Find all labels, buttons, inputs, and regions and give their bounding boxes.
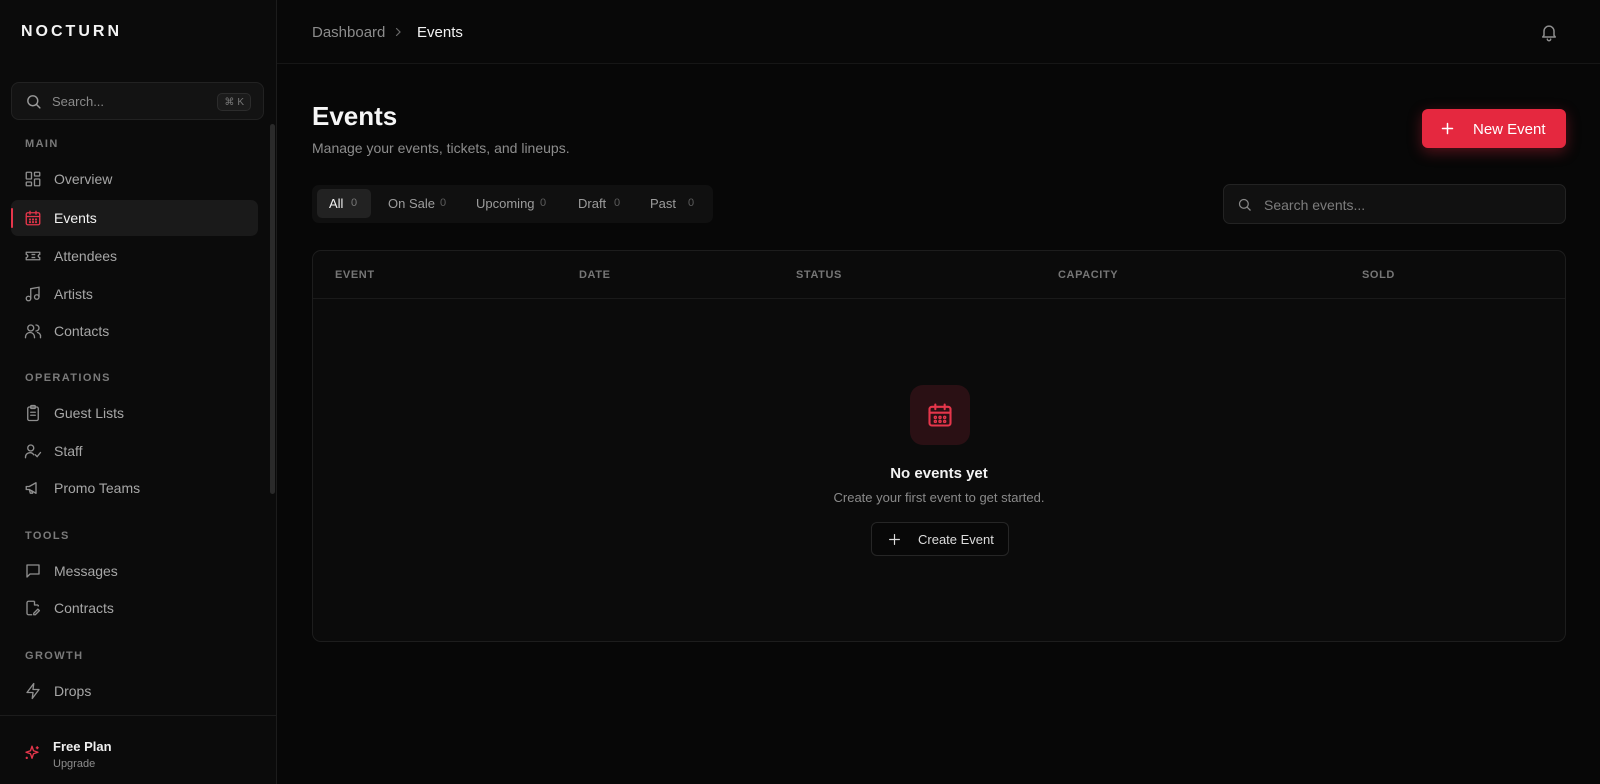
search-placeholder: Search...	[52, 94, 105, 109]
empty-state-title: No events yet	[890, 465, 988, 482]
events-table: EVENT DATE STATUS CAPACITY SOLD No event…	[312, 250, 1566, 642]
sidebar-item-attendees[interactable]: Attendees	[11, 238, 258, 274]
section-title-main: MAIN	[25, 138, 59, 150]
empty-state-subtitle: Create your first event to get started.	[833, 490, 1045, 505]
shortcut-symbol: ⌘	[224, 96, 235, 108]
tab-label: Draft	[578, 196, 607, 211]
tab-all[interactable]: All 0	[317, 189, 371, 218]
bell-icon[interactable]	[1539, 22, 1559, 42]
sidebar-item-label: Drops	[54, 683, 92, 699]
sidebar-item-contacts[interactable]: Contacts	[11, 313, 258, 349]
search-shortcut-badge: ⌘ K	[217, 93, 251, 111]
search-placeholder: Search events...	[1264, 197, 1366, 213]
sidebar-item-label: Contacts	[54, 323, 110, 339]
tab-count: 0	[614, 197, 621, 209]
tab-label: On Sale	[388, 196, 435, 211]
tab-label: Upcoming	[476, 196, 535, 211]
sidebar-item-artists[interactable]: Artists	[11, 276, 258, 312]
tab-count: 0	[440, 197, 447, 209]
column-header-date[interactable]: DATE	[579, 269, 611, 281]
tab-on-sale[interactable]: On Sale 0	[376, 189, 458, 218]
breadcrumb-dashboard[interactable]: Dashboard	[312, 24, 385, 41]
sidebar-item-label: Events	[54, 210, 97, 226]
user-check-icon	[24, 444, 42, 459]
sidebar-search[interactable]: Search... ⌘ K	[11, 82, 264, 120]
sidebar-item-label: Promo Teams	[54, 480, 141, 496]
page-subtitle: Manage your events, tickets, and lineups…	[312, 140, 570, 156]
ticket-icon	[25, 251, 41, 261]
sidebar-item-contracts[interactable]: Contracts	[11, 590, 258, 626]
tab-label: Past	[650, 196, 677, 211]
tab-count: 0	[351, 197, 358, 209]
file-edit-icon	[26, 600, 41, 616]
sidebar-item-label: Attendees	[54, 248, 118, 264]
empty-state-icon	[910, 385, 970, 445]
clipboard-icon	[27, 404, 39, 422]
megaphone-icon	[25, 482, 37, 494]
sidebar-item-events[interactable]: Events	[11, 200, 258, 236]
filter-tabs: All 0 On Sale 0 Upcoming 0 Draft 0 Past …	[312, 185, 713, 223]
brand-logo[interactable]: NOCTURN	[21, 23, 122, 41]
sidebar-item-label: Guest Lists	[54, 405, 125, 421]
music-icon	[25, 286, 40, 302]
search-icon	[27, 95, 41, 109]
new-event-label: New Event	[1473, 121, 1546, 138]
sidebar-item-promo-teams[interactable]: Promo Teams	[11, 470, 258, 506]
sidebar-item-guest-lists[interactable]: Guest Lists	[11, 395, 258, 431]
message-icon	[26, 564, 40, 578]
grid-icon	[25, 171, 41, 187]
section-title-growth: GROWTH	[25, 650, 84, 662]
tab-upcoming[interactable]: Upcoming 0	[464, 189, 558, 218]
page-title: Events	[312, 101, 398, 131]
active-indicator	[11, 208, 13, 228]
tab-draft[interactable]: Draft 0	[566, 189, 632, 218]
plan-card[interactable]: Free Plan Upgrade	[0, 715, 277, 784]
zap-icon	[26, 682, 40, 700]
sidebar-item-drops[interactable]: Drops	[11, 673, 258, 709]
upgrade-link[interactable]: Upgrade	[53, 758, 95, 770]
users-icon	[24, 324, 42, 339]
sidebar-scrollbar[interactable]	[270, 124, 275, 494]
sidebar-item-label: Staff	[54, 443, 83, 459]
sidebar-item-overview[interactable]: Overview	[11, 161, 258, 197]
sidebar: NOCTURN Search... ⌘ K MAIN Overview Even…	[0, 0, 277, 784]
tab-past[interactable]: Past 0	[638, 189, 706, 218]
column-header-event[interactable]: EVENT	[335, 269, 375, 281]
search-icon	[1238, 198, 1251, 211]
sidebar-item-label: Messages	[54, 563, 118, 579]
tab-label: All	[329, 196, 344, 211]
sidebar-item-messages[interactable]: Messages	[11, 553, 258, 589]
sidebar-item-label: Contracts	[54, 600, 114, 616]
breadcrumb-events: Events	[417, 24, 463, 41]
top-bar: Dashboard Events	[277, 0, 1600, 64]
section-title-tools: TOOLS	[25, 530, 70, 542]
calendar-icon	[928, 403, 952, 427]
table-header: EVENT DATE STATUS CAPACITY SOLD	[313, 251, 1565, 299]
column-header-sold[interactable]: SOLD	[1362, 269, 1395, 281]
shortcut-key: K	[237, 96, 244, 108]
sidebar-item-staff[interactable]: Staff	[11, 433, 258, 469]
plus-icon	[1441, 122, 1454, 135]
plan-name: Free Plan	[53, 739, 112, 754]
sparkles-icon	[25, 745, 39, 759]
sidebar-item-label: Artists	[54, 286, 93, 302]
calendar-icon	[25, 210, 41, 226]
plus-icon	[889, 534, 900, 545]
column-header-status[interactable]: STATUS	[796, 269, 842, 281]
chevron-right-icon	[395, 27, 401, 37]
column-header-capacity[interactable]: CAPACITY	[1058, 269, 1118, 281]
tab-count: 0	[540, 197, 547, 209]
events-search-input[interactable]: Search events...	[1223, 184, 1566, 224]
section-title-operations: OPERATIONS	[25, 372, 111, 384]
sidebar-item-label: Overview	[54, 171, 113, 187]
new-event-button[interactable]: New Event	[1422, 109, 1566, 148]
create-event-button[interactable]: Create Event	[871, 522, 1009, 556]
tab-count: 0	[688, 197, 695, 209]
create-event-label: Create Event	[918, 532, 994, 547]
